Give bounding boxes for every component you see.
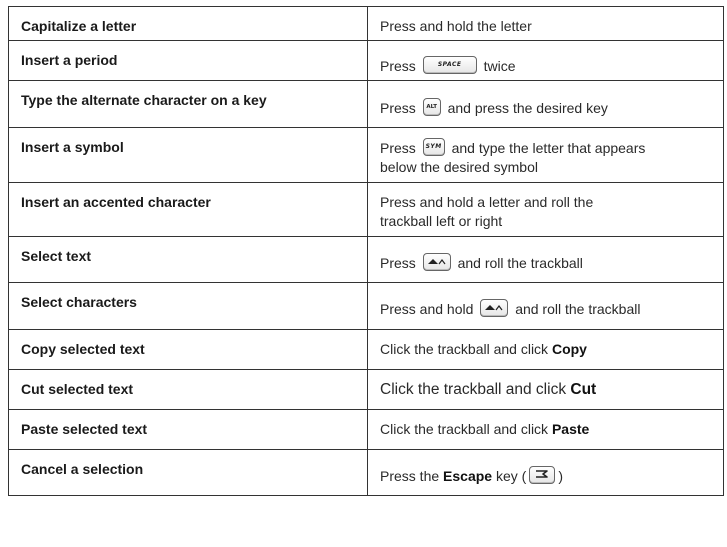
action-cell: Insert an accented character xyxy=(8,182,368,237)
how-line2: trackball left or right xyxy=(380,213,503,229)
table-row: Capitalize a letter Press and hold the l… xyxy=(8,6,724,41)
how-cell: Press and roll the trackball xyxy=(367,236,724,283)
table-row: Cancel a selection Press the Escape key … xyxy=(8,449,724,496)
shortcut-table: Capitalize a letter Press and hold the l… xyxy=(8,6,724,496)
action-cell: Copy selected text xyxy=(8,329,368,370)
shift-key-icon xyxy=(480,299,509,318)
how-suffix: and press the desired key xyxy=(447,100,608,116)
how-text: Press the Escape key () xyxy=(380,450,723,486)
table-row: Insert a symbol Press SYM and type the l… xyxy=(8,127,724,183)
action-cell: Select text xyxy=(8,236,368,283)
how-text: Press and hold the letter xyxy=(380,18,532,34)
how-prefix: Click the trackball and click xyxy=(380,381,567,398)
table-row: Insert a period Press SPACE twice xyxy=(8,40,724,81)
how-prefix: Press and hold xyxy=(380,301,474,317)
how-text: Press and hold and roll the trackball xyxy=(380,283,723,319)
how-cell: Press SPACE twice xyxy=(367,40,724,81)
menu-item-name: Copy xyxy=(551,341,587,357)
action-cell: Insert a symbol xyxy=(8,127,368,183)
how-line2: below the desired symbol xyxy=(380,159,538,176)
how-prefix: Click the trackball and click xyxy=(380,421,549,437)
how-cell: Press and hold the letter xyxy=(367,6,724,41)
how-prefix: Press the xyxy=(380,468,440,484)
table-row: Select text Press and roll the trackball xyxy=(8,236,724,283)
shift-key-icon xyxy=(422,253,451,272)
sym-key-icon: SYM xyxy=(422,138,445,157)
how-text: Click the trackball and click Cut xyxy=(380,370,723,399)
how-prefix: Press xyxy=(380,100,416,116)
how-line1: Press and hold a letter and roll the xyxy=(380,194,594,210)
table-row: Copy selected text Click the trackball a… xyxy=(8,329,724,370)
action-cell: Capitalize a letter xyxy=(8,6,368,41)
how-text: Press and roll the trackball xyxy=(380,237,723,273)
action-cell: Cut selected text xyxy=(8,369,368,410)
how-text: Click the trackball and click Paste xyxy=(380,410,723,439)
how-prefix: Press xyxy=(380,140,416,156)
how-cell: Press and hold a letter and roll the tra… xyxy=(367,182,724,237)
how-suffix: and roll the trackball xyxy=(457,255,583,271)
menu-item-name: Paste xyxy=(551,421,590,437)
how-cell: Press and hold and roll the trackball xyxy=(367,282,724,330)
space-key-icon: SPACE xyxy=(422,56,477,75)
table-row: Select characters Press and hold and rol… xyxy=(8,282,724,330)
how-cell: Click the trackball and click Copy xyxy=(367,329,724,370)
how-text: Press SPACE twice xyxy=(380,41,723,76)
table-row: Cut selected text Click the trackball an… xyxy=(8,369,724,410)
key-name: Escape xyxy=(443,468,493,484)
how-suffix: and roll the trackball xyxy=(515,301,641,317)
action-cell: Select characters xyxy=(8,282,368,330)
how-cell: Press the Escape key () xyxy=(367,449,724,496)
menu-item-name: Cut xyxy=(570,381,597,398)
how-prefix: Click the trackball and click xyxy=(380,341,549,357)
page: Capitalize a letter Press and hold the l… xyxy=(0,0,727,547)
how-cell: Click the trackball and click Paste xyxy=(367,409,724,450)
action-cell: Cancel a selection xyxy=(8,449,368,496)
how-cell: Press ALT and press the desired key xyxy=(367,80,724,128)
table-row: Paste selected text Click the trackball … xyxy=(8,409,724,450)
how-text: Click the trackball and click Copy xyxy=(380,330,723,359)
alt-key-icon: ALT xyxy=(422,98,441,117)
how-text: Press ALT and press the desired key xyxy=(380,81,723,118)
table-row: Insert an accented character Press and h… xyxy=(8,182,724,237)
how-cell: Press SYM and type the letter that appea… xyxy=(367,127,724,183)
how-suffix: twice xyxy=(483,58,516,74)
action-cell: Paste selected text xyxy=(8,409,368,450)
how-suffix: and type the letter that appears xyxy=(451,140,646,156)
how-end: ) xyxy=(558,468,563,484)
how-suffix: key ( xyxy=(495,468,527,484)
how-prefix: Press xyxy=(380,255,416,271)
table-row: Type the alternate character on a key Pr… xyxy=(8,80,724,128)
how-text: Press SYM and type the letter that appea… xyxy=(380,128,723,177)
how-prefix: Press xyxy=(380,58,416,74)
action-cell: Insert a period xyxy=(8,40,368,81)
escape-key-icon xyxy=(529,466,556,485)
how-text: Press and hold a letter and roll the tra… xyxy=(380,183,723,231)
how-cell: Click the trackball and click Cut xyxy=(367,369,724,410)
action-cell: Type the alternate character on a key xyxy=(8,80,368,128)
